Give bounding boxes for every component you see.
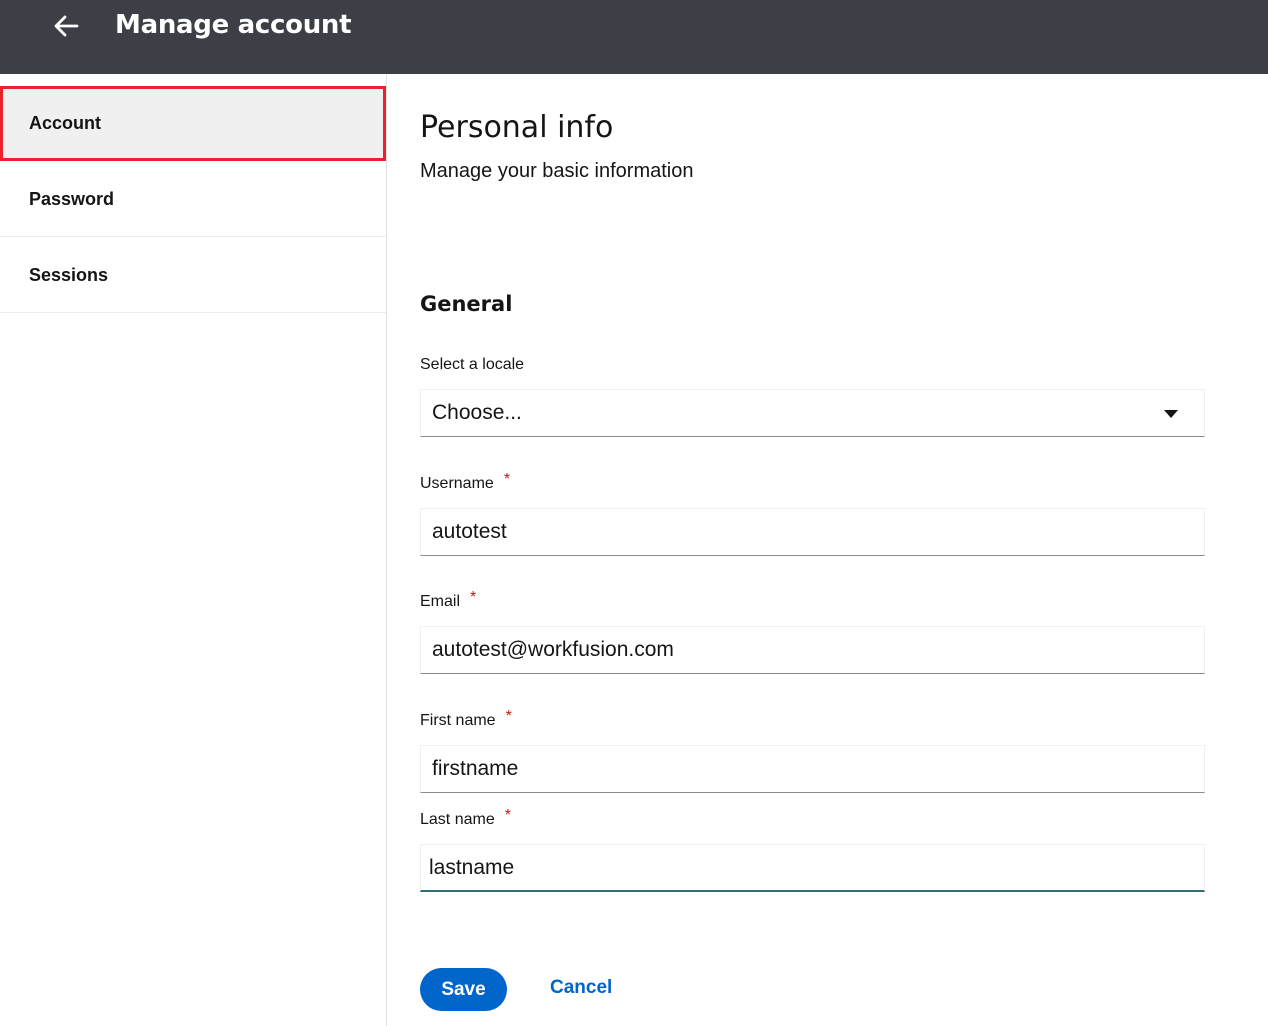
last-name-label-text: Last name [420,811,495,828]
username-label: Username * [420,471,510,493]
sidebar-item-label: Account [29,113,101,133]
required-marker: * [505,708,512,725]
username-field[interactable]: autotest [420,508,1205,556]
required-marker: * [470,589,477,606]
last-name-value: lastname [429,855,515,879]
page-title: Personal info [420,110,614,145]
top-header: Manage account [0,0,1268,74]
cancel-button[interactable]: Cancel [550,977,612,999]
sidebar-item-sessions[interactable]: Sessions [0,238,386,313]
last-name-label: Last name * [420,807,511,829]
email-value: autotest@workfusion.com [432,638,674,661]
first-name-label-text: First name [420,712,496,729]
caret-down-icon [1164,410,1178,418]
section-title-general: General [420,292,513,316]
arrow-left-icon [54,15,79,37]
sidebar-nav: Account Password Sessions [0,74,387,1026]
first-name-field[interactable]: firstname [420,745,1205,793]
email-label-text: Email [420,593,461,610]
username-value: autotest [432,520,507,543]
locale-select-value: Choose... [432,401,522,424]
sidebar-item-password[interactable]: Password [0,162,386,237]
first-name-value: firstname [432,757,519,780]
first-name-label: First name * [420,708,512,730]
back-button[interactable] [48,8,84,44]
required-marker: * [504,807,511,824]
page-header-title: Manage account [115,10,352,40]
save-button[interactable]: Save [420,968,507,1011]
sidebar-item-account[interactable]: Account [0,86,386,161]
main-content: Personal info Manage your basic informat… [387,74,1268,1026]
email-label: Email * [420,589,476,611]
page-subtitle: Manage your basic information [420,160,694,182]
required-marker: * [503,471,511,488]
username-label-text: Username [420,475,494,492]
locale-label: Select a locale [420,356,525,373]
last-name-field[interactable]: lastname [420,844,1205,892]
locale-select[interactable]: Choose... [420,389,1205,437]
sidebar-item-label: Password [29,188,115,209]
sidebar-item-label: Sessions [29,264,109,285]
email-field[interactable]: autotest@workfusion.com [420,626,1205,674]
